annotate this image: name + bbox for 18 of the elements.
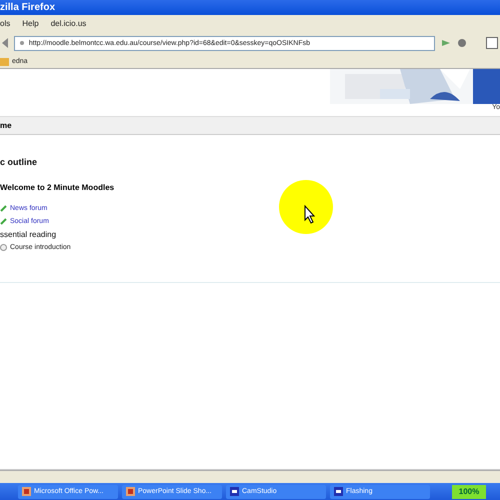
highlighted-cursor-icon xyxy=(279,180,333,234)
document-icon xyxy=(0,244,7,250)
window-title: zilla Firefox xyxy=(0,2,56,13)
document-icon xyxy=(126,487,135,496)
breadcrumb[interactable]: me xyxy=(0,121,12,130)
menu-item[interactable]: ols xyxy=(0,18,10,28)
section-title: Welcome to 2 Minute Moodles xyxy=(0,183,116,192)
document-icon xyxy=(22,487,31,496)
folder-icon xyxy=(0,58,9,66)
camera-icon xyxy=(334,487,343,496)
menu-item[interactable]: del.icio.us xyxy=(50,18,86,28)
menu-item[interactable]: Help xyxy=(22,18,39,28)
go-icon[interactable] xyxy=(440,38,451,48)
outline-title: c outline xyxy=(0,157,38,167)
arrow-icon[interactable] xyxy=(2,38,8,48)
zoom-level: 100% xyxy=(452,484,486,498)
camera-icon xyxy=(230,487,239,496)
section-label: ssential reading xyxy=(0,230,56,238)
